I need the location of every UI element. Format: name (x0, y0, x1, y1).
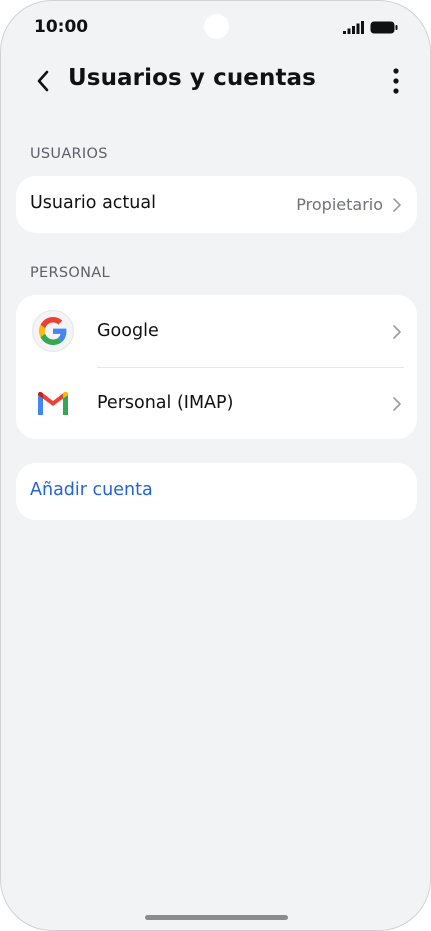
add-account-label: Añadir cuenta (30, 480, 153, 500)
page-title: Usuarios y cuentas (68, 65, 316, 91)
account-row-google[interactable]: Google (16, 295, 417, 367)
add-account-button[interactable]: Añadir cuenta (16, 463, 417, 520)
add-account-card: Añadir cuenta (16, 463, 417, 520)
current-user-value: Propietario (296, 195, 383, 214)
account-label-google: Google (97, 321, 159, 341)
accounts-card: Google Personal (IMAP) (16, 295, 417, 439)
more-options-button[interactable] (381, 65, 411, 97)
status-time: 10:00 (34, 17, 89, 37)
chevron-right-icon (393, 397, 401, 411)
account-label-personal-imap: Personal (IMAP) (97, 393, 234, 413)
gmail-icon (38, 391, 68, 415)
chevron-right-icon (393, 198, 401, 212)
battery-icon (370, 21, 398, 34)
phone-screen: 10:00 Usuarios y cuentas USUARIOS Usuari… (0, 0, 431, 931)
home-indicator[interactable] (145, 915, 288, 920)
signal-strength-icon (343, 21, 364, 34)
current-user-row[interactable]: Usuario actual Propietario (16, 176, 417, 233)
current-user-label: Usuario actual (30, 193, 156, 213)
chevron-right-icon (393, 325, 401, 339)
app-bar: Usuarios y cuentas (1, 57, 430, 105)
google-icon (39, 317, 67, 345)
front-camera-cutout (204, 14, 229, 39)
section-header-users: USUARIOS (30, 146, 108, 162)
users-card: Usuario actual Propietario (16, 176, 417, 233)
imap-account-icon (31, 381, 75, 425)
back-button[interactable] (27, 63, 59, 99)
google-account-icon (31, 309, 75, 353)
status-bar: 10:00 (1, 1, 430, 55)
chevron-left-icon (37, 70, 49, 92)
section-header-personal: PERSONAL (30, 265, 110, 281)
more-vertical-icon (393, 68, 399, 94)
account-row-personal-imap[interactable]: Personal (IMAP) (16, 367, 417, 439)
